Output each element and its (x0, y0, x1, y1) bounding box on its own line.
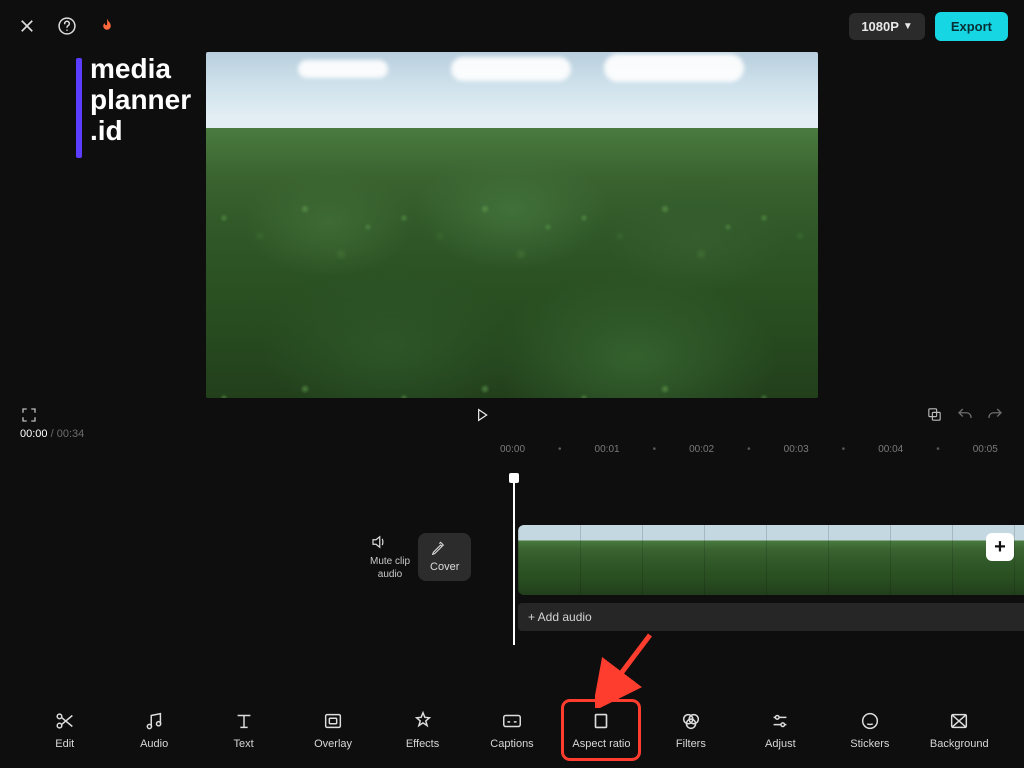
tool-effects[interactable]: Effects (388, 704, 458, 756)
aspect-ratio-icon (590, 710, 612, 732)
mute-label-1: Mute clip (370, 555, 410, 568)
speaker-icon (370, 533, 410, 551)
pencil-icon (430, 541, 459, 557)
tool-label: Aspect ratio (572, 738, 630, 750)
total-duration: 00:34 (57, 428, 85, 440)
ruler-tick: 00:00 (500, 444, 525, 455)
flame-icon[interactable] (96, 15, 118, 37)
scissors-icon (54, 710, 76, 732)
tool-label: Adjust (765, 738, 796, 750)
background-icon (948, 710, 970, 732)
chevron-down-icon: ▼ (903, 21, 913, 32)
stickers-icon (859, 710, 881, 732)
tool-label: Edit (55, 738, 74, 750)
playhead[interactable] (513, 475, 515, 645)
close-icon[interactable] (16, 15, 38, 37)
video-clip-track[interactable] (518, 525, 1024, 595)
tool-audio[interactable]: Audio (119, 704, 189, 756)
help-icon[interactable] (56, 15, 78, 37)
tool-label: Background (930, 738, 989, 750)
tool-edit[interactable]: Edit (30, 704, 100, 756)
redo-icon[interactable] (986, 406, 1004, 424)
cover-label: Cover (430, 561, 459, 573)
captions-icon (501, 710, 523, 732)
copy-icon[interactable] (926, 406, 944, 424)
music-note-icon (143, 710, 165, 732)
ruler-tick: 00:05 (973, 444, 998, 455)
tool-adjust[interactable]: Adjust (745, 704, 815, 756)
watermark-overlay: media planner .id (76, 54, 191, 158)
resolution-button[interactable]: 1080P ▼ (849, 13, 925, 40)
export-button[interactable]: Export (935, 12, 1008, 41)
ruler-tick: 00:04 (878, 444, 903, 455)
tool-label: Stickers (850, 738, 889, 750)
add-clip-button[interactable]: + (986, 533, 1014, 561)
video-preview-area: media planner .id (0, 52, 1024, 398)
tool-label: Captions (490, 738, 533, 750)
tool-label: Overlay (314, 738, 352, 750)
tool-stickers[interactable]: Stickers (835, 704, 905, 756)
ruler-tick: 00:01 (595, 444, 620, 455)
tool-label: Text (234, 738, 254, 750)
play-button[interactable] (474, 407, 490, 423)
effects-icon (412, 710, 434, 732)
filters-icon (680, 710, 702, 732)
tool-background[interactable]: Background (924, 704, 994, 756)
preview-frame[interactable] (206, 52, 818, 398)
watermark-line3: .id (90, 116, 191, 147)
timeline-ruler[interactable]: 00:00• 00:01• 00:02• 00:03• 00:04• 00:05… (0, 440, 1024, 455)
adjust-icon (769, 710, 791, 732)
ruler-tick: 00:02 (689, 444, 714, 455)
tool-overlay[interactable]: Overlay (298, 704, 368, 756)
overlay-icon (322, 710, 344, 732)
fullscreen-icon[interactable] (20, 406, 38, 424)
tool-label: Effects (406, 738, 439, 750)
cover-button[interactable]: Cover (418, 533, 471, 581)
bottom-toolbar: Edit Audio Text Overlay Effects Captions… (0, 698, 1024, 762)
watermark-line2: planner (90, 85, 191, 116)
text-icon (233, 710, 255, 732)
tool-aspect-ratio[interactable]: Aspect ratio (566, 704, 636, 756)
add-audio-label: + Add audio (528, 610, 592, 624)
mute-clip-button[interactable]: Mute clip audio (370, 533, 410, 581)
tool-captions[interactable]: Captions (477, 704, 547, 756)
mute-label-2: audio (370, 568, 410, 581)
ruler-tick: 00:03 (784, 444, 809, 455)
watermark-line1: media (90, 54, 191, 85)
resolution-label: 1080P (861, 19, 899, 34)
tool-label: Filters (676, 738, 706, 750)
tool-label: Audio (140, 738, 168, 750)
undo-icon[interactable] (956, 406, 974, 424)
add-audio-row[interactable]: + Add audio (518, 603, 1024, 631)
tool-text[interactable]: Text (209, 704, 279, 756)
tool-filters[interactable]: Filters (656, 704, 726, 756)
current-time: 00:00 (20, 428, 48, 440)
